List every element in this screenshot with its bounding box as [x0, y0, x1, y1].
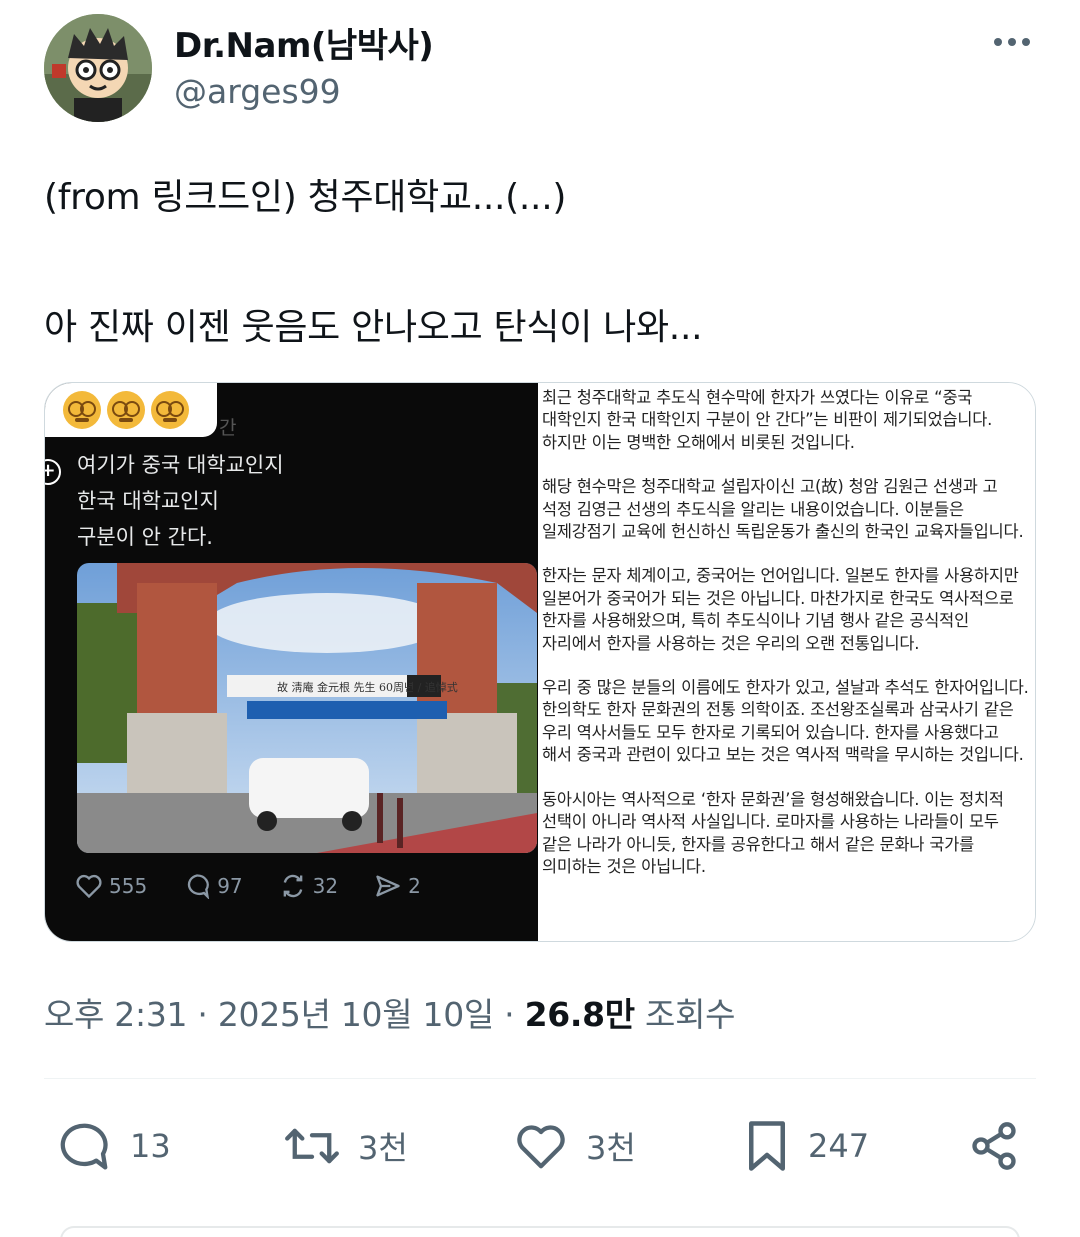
like-count: 3천 [586, 1129, 636, 1167]
campus-gate-photo: 故 淸庵 金元根 先生 60周년 / 追悼式 [77, 563, 537, 853]
more-icon [994, 38, 1030, 46]
bookmark-icon [749, 1121, 785, 1171]
embedded-like-count: 555 [109, 874, 148, 898]
bookmark-count: 247 [808, 1127, 870, 1165]
dizzy-face-emoji-icon [107, 391, 145, 429]
embedded-retweet-count: 32 [312, 874, 339, 898]
article-paragraph: 최근 청주대학교 추도식 현수막에 한자가 쓰였다는 이유로 “중국 대학인지 … [542, 388, 993, 452]
reply-button[interactable]: 13 [58, 1118, 171, 1174]
quoted-text-line: 한국 대학교인지 [77, 489, 219, 513]
article-paragraph: 한자는 문자 체계이고, 중국어는 언어입니다. 일본도 한자를 사용하지만 일… [542, 566, 1019, 653]
reply-icon [60, 1123, 108, 1170]
share-button[interactable] [968, 1118, 1020, 1174]
media-screenshot-right: 최근 청주대학교 추도식 현수막에 한자가 쓰였다는 이유로 “중국 대학인지 … [538, 383, 1035, 941]
avatar[interactable] [44, 14, 152, 122]
display-name[interactable]: Dr.Nam(남박사) [174, 18, 434, 67]
heart-icon [76, 874, 102, 899]
bookmark-button[interactable]: 247 [744, 1118, 869, 1174]
view-count: 26.8만 [524, 995, 636, 1034]
retweet-icon [283, 874, 302, 898]
banner-text: 故 淸庵 金元根 先生 60周년 / 追悼式 [277, 680, 458, 694]
embedded-reply-stat: 97 [183, 873, 243, 899]
embedded-share-stat: 2 [374, 873, 421, 899]
tweet-media[interactable]: 간 + 여기가 중국 대학교인지 한국 대학교인지 구분이 안 간다. [44, 382, 1036, 942]
embedded-tweet-stats: 555 97 32 2 [75, 873, 421, 899]
embedded-reply-count: 97 [217, 874, 243, 898]
like-button[interactable]: 3천 [514, 1118, 636, 1174]
user-handle[interactable]: @arges99 [174, 72, 341, 111]
avatar-image [44, 14, 152, 122]
media-screenshot-left: 간 + 여기가 중국 대학교인지 한국 대학교인지 구분이 안 간다. [45, 383, 538, 941]
quoted-text-line: 구분이 안 간다. [77, 525, 213, 549]
tweet-text-line: (from 링크드인) 청주대학교...(...) [44, 177, 567, 218]
dizzy-face-emoji-icon [63, 391, 101, 429]
embedded-retweet-stat: 32 [279, 873, 338, 899]
tweet-meta: 오후 2:31 · 2025년 10월 10일 · 26.8만 조회수 [44, 988, 736, 1036]
send-icon [376, 875, 400, 897]
article-paragraph: 해당 현수막은 청주대학교 설립자이신 고(故) 청암 김원근 선생과 고 석정… [542, 477, 1024, 542]
heart-icon [517, 1125, 565, 1169]
embedded-like-stat: 555 [75, 873, 147, 899]
tweet-text-line: 아 진짜 이젠 웃음도 안나오고 탄식이 나와... [44, 307, 703, 348]
tweet-date[interactable]: 2025년 10월 10일 [218, 995, 494, 1034]
tweet-time[interactable]: 오후 2:31 [44, 995, 188, 1034]
retweet-button[interactable]: 3천 [284, 1118, 408, 1174]
emoji-group [45, 383, 217, 437]
meta-separator: · [197, 995, 208, 1034]
article-paragraph: 우리 중 많은 분들의 이름에도 한자가 있고, 설날과 추석도 한자어입니다.… [542, 678, 1029, 765]
partial-text: 간 [219, 417, 237, 439]
retweet-count: 3천 [358, 1129, 408, 1167]
meta-separator: · [504, 995, 515, 1034]
divider [44, 1078, 1036, 1079]
retweet-icon [285, 1128, 339, 1164]
more-options-button[interactable] [988, 22, 1036, 62]
quoted-text-line: 여기가 중국 대학교인지 [77, 453, 284, 477]
article-paragraph: 동아시아는 역사적으로 ‘한자 문화권’을 형성해왔습니다. 이는 정치적 선택… [542, 789, 1004, 876]
plus-icon: + [45, 459, 61, 485]
view-label: 조회수 [645, 995, 736, 1034]
share-icon [972, 1122, 1016, 1170]
embedded-share-count: 2 [408, 874, 421, 898]
reply-icon [188, 874, 210, 899]
reply-composer-edge [60, 1226, 1020, 1237]
dizzy-face-emoji-icon [151, 391, 189, 429]
reply-count: 13 [130, 1127, 171, 1165]
